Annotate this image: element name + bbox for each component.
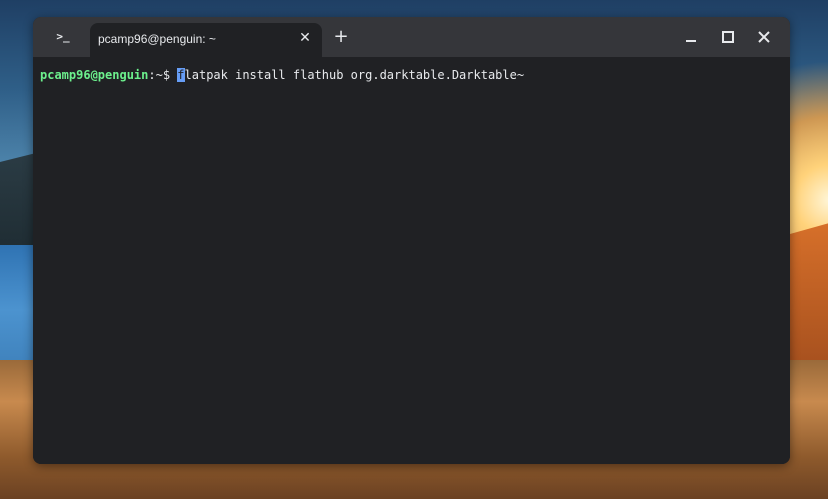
terminal-output[interactable]: pcamp96@penguin:~$ flatpak install flath… (33, 57, 790, 464)
tab-terminal[interactable]: pcamp96@penguin: ~ ✕ (90, 23, 322, 57)
prompt-user: pcamp96@penguin (40, 68, 149, 82)
command-line[interactable]: pcamp96@penguin:~$ flatpak install flath… (40, 67, 524, 83)
prompt-path: :~$ (148, 68, 178, 82)
tab-close-icon[interactable]: ✕ (296, 29, 314, 47)
text-cursor: f (177, 68, 185, 82)
minimize-icon (686, 40, 696, 42)
terminal-icon[interactable]: >_ (53, 28, 73, 46)
maximize-button[interactable] (717, 26, 739, 48)
tab-title: pcamp96@penguin: ~ (98, 32, 216, 46)
close-window-button[interactable] (753, 26, 775, 48)
window-titlebar[interactable]: >_ pcamp96@penguin: ~ ✕ + (33, 17, 790, 57)
command-text: latpak install flathub org.darktable.Dar… (184, 68, 525, 82)
minimize-button[interactable] (680, 26, 702, 48)
terminal-window: >_ pcamp96@penguin: ~ ✕ + pcamp96@pengui… (33, 17, 790, 464)
new-tab-button[interactable]: + (330, 26, 352, 48)
close-icon (758, 31, 770, 43)
maximize-icon (722, 31, 734, 43)
